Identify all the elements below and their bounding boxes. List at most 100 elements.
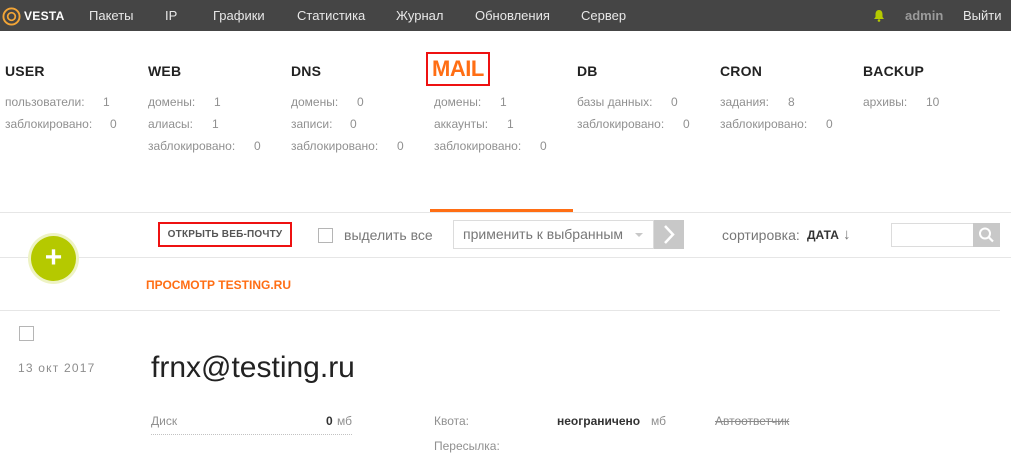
stat-title-dns[interactable]: DNS <box>291 62 321 80</box>
vesta-logo[interactable]: VESTA <box>2 6 65 26</box>
nav-item-graphs[interactable]: Графики <box>213 0 265 31</box>
stat-row: базы данных: 0 <box>577 95 678 109</box>
stat-row: архивы: 10 <box>863 95 939 109</box>
stat-block-db: DB базы данных: 0 заблокировано: 0 <box>577 62 690 131</box>
stat-label: заблокировано: <box>148 139 236 153</box>
stat-block-cron: CRON задания: 8 заблокировано: 0 <box>720 62 833 131</box>
stat-value: 0 <box>540 139 547 153</box>
disk-unit: мб <box>337 414 352 428</box>
stat-row: заблокировано: 0 <box>5 117 117 131</box>
logout-link[interactable]: Выйти <box>963 0 1002 31</box>
disk-usage-bar <box>151 434 352 435</box>
vesta-logo-icon <box>2 6 21 26</box>
bell-icon[interactable] <box>873 9 885 22</box>
nav-item-statistics[interactable]: Статистика <box>297 0 365 31</box>
item-date: 13 окт 2017 <box>18 361 96 375</box>
stat-label: алиасы: <box>148 117 194 131</box>
stat-label: задания: <box>720 95 770 109</box>
stat-label: пользователи: <box>5 95 85 109</box>
stat-block-backup: BACKUP архивы: 10 <box>863 62 939 109</box>
stat-row: заблокировано: 0 <box>577 117 690 131</box>
add-account-button[interactable]: + <box>31 236 76 281</box>
stat-label: домены: <box>291 95 339 109</box>
stat-value: 0 <box>350 117 357 131</box>
stat-label: заблокировано: <box>291 139 379 153</box>
stat-label: заблокировано: <box>434 139 522 153</box>
stat-title-backup[interactable]: BACKUP <box>863 62 924 80</box>
divider <box>0 212 1011 213</box>
quota-label: Квота: <box>434 414 470 428</box>
forward-label: Пересылка: <box>434 439 500 453</box>
stat-row: аккаунты: 1 <box>434 117 514 131</box>
nav-item-log[interactable]: Журнал <box>396 0 443 31</box>
bulk-action-value: применить к выбранным <box>463 226 624 242</box>
caret-down-icon <box>635 233 643 237</box>
stat-title-user[interactable]: USER <box>5 62 45 80</box>
stat-row: домены: 0 <box>291 95 364 109</box>
select-all-label[interactable]: выделить все <box>344 227 433 243</box>
logo-text: VESTA <box>24 9 65 23</box>
search-icon <box>979 227 994 243</box>
stat-value: 0 <box>254 139 261 153</box>
stat-block-user: USER пользователи: 1 заблокировано: 0 <box>5 62 117 131</box>
autoreply-status: Автоответчик <box>715 414 790 428</box>
nav-user-admin[interactable]: admin <box>905 0 943 31</box>
stat-value: 8 <box>788 95 795 109</box>
nav-item-packages[interactable]: Пакеты <box>89 0 134 31</box>
quota-unit: мб <box>651 414 666 428</box>
stat-value: 0 <box>671 95 678 109</box>
stat-value: 1 <box>103 95 110 109</box>
nav-item-server[interactable]: Сервер <box>581 0 626 31</box>
stat-value: 10 <box>926 95 940 109</box>
view-domain-link[interactable]: ПРОСМОТР TESTING.RU <box>146 278 291 292</box>
stat-label: записи: <box>291 117 333 131</box>
top-navigation-bar: VESTA Пакеты IP Графики Статистика Журна… <box>0 0 1011 31</box>
stat-value: 1 <box>214 95 221 109</box>
stat-block-web: WEB домены: 1 алиасы: 1 заблокировано: 0 <box>148 62 261 153</box>
item-checkbox[interactable] <box>19 326 34 341</box>
stat-value: 1 <box>212 117 219 131</box>
bulk-action-select[interactable]: применить к выбранным <box>453 220 654 249</box>
stat-label: архивы: <box>863 95 908 109</box>
stat-value: 1 <box>507 117 514 131</box>
sort-direction-icon[interactable]: ↓ <box>843 226 851 243</box>
stat-label: домены: <box>434 95 482 109</box>
stat-row: заблокировано: 0 <box>291 139 404 153</box>
chevron-right-icon <box>664 225 675 244</box>
stat-label: базы данных: <box>577 95 653 109</box>
disk-label: Диск <box>151 414 178 428</box>
open-webmail-button[interactable]: ОТКРЫТЬ ВЕБ-ПОЧТУ <box>158 222 292 247</box>
sort-label: сортировка: <box>722 227 800 243</box>
stat-title-db[interactable]: DB <box>577 62 598 80</box>
stat-row: домены: 1 <box>148 95 221 109</box>
stat-label: заблокировано: <box>720 117 808 131</box>
stat-value: 1 <box>500 95 507 109</box>
search-input[interactable] <box>891 223 974 247</box>
stat-title-mail[interactable]: MAIL <box>426 52 490 86</box>
disk-value: 0 <box>326 414 333 428</box>
stat-value: 0 <box>826 117 833 131</box>
search-button[interactable] <box>973 223 1000 247</box>
stat-row: пользователи: 1 <box>5 95 110 109</box>
stat-value: 0 <box>357 95 364 109</box>
stat-title-web[interactable]: WEB <box>148 62 181 80</box>
item-title[interactable]: frnx@testing.ru <box>151 351 355 385</box>
stat-row: домены: 1 <box>434 95 507 109</box>
stat-title-cron[interactable]: CRON <box>720 62 762 80</box>
select-all-checkbox[interactable] <box>318 228 333 243</box>
stat-label: заблокировано: <box>5 117 93 131</box>
stat-value: 0 <box>110 117 117 131</box>
stat-value: 0 <box>683 117 690 131</box>
stat-row: заблокировано: 0 <box>720 117 833 131</box>
nav-item-ip[interactable]: IP <box>165 0 177 31</box>
stat-label: аккаунты: <box>434 117 489 131</box>
stat-block-dns: DNS домены: 0 записи: 0 заблокировано: 0 <box>291 62 404 153</box>
stat-row: заблокировано: 0 <box>434 139 547 153</box>
quota-value: неограничено <box>557 414 641 428</box>
nav-item-updates[interactable]: Обновления <box>475 0 550 31</box>
divider <box>0 310 1000 311</box>
bulk-apply-button[interactable] <box>654 220 684 249</box>
sort-value[interactable]: ДАТА <box>807 228 839 242</box>
stat-row: алиасы: 1 <box>148 117 219 131</box>
stat-row: заблокировано: 0 <box>148 139 261 153</box>
